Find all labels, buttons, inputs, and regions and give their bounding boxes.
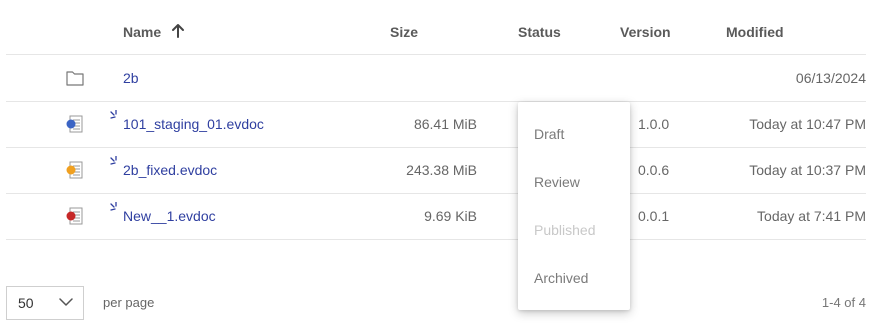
table-row[interactable]: New__1.evdoc 9.69 KiB 0.0.1 Today at 7:4… [6,193,866,240]
file-version: 0.0.6 [638,162,670,178]
file-size: 243.38 MiB [406,162,477,178]
column-header-status[interactable]: Status [518,24,561,40]
table-row[interactable]: 101_staging_01.evdoc 86.41 MiB 1.0.0 Tod… [6,101,866,148]
file-name-link[interactable]: New__1.evdoc [123,208,216,224]
table-row[interactable]: 2b_fixed.evdoc 243.38 MiB 0.0.6 Today at… [6,147,866,194]
file-name-link[interactable]: 2b [123,70,139,86]
file-version: 0.0.1 [638,208,670,224]
file-version: 1.0.0 [638,116,670,132]
file-modified: Today at 10:37 PM [749,162,866,178]
table-header: Name Size Status Version Modified [6,10,866,55]
column-header-version[interactable]: Version [620,24,671,40]
per-page-select[interactable]: 50 [6,286,84,320]
column-header-name[interactable]: Name [123,24,161,40]
loading-spinner-icon [110,110,117,119]
document-icon [66,161,83,179]
file-size: 9.69 KiB [424,208,477,224]
loading-spinner-icon [110,156,117,165]
file-modified: 06/13/2024 [795,70,866,86]
document-icon [66,115,83,133]
status-option-archived[interactable]: Archived [518,254,630,302]
status-option-published: Published [534,222,596,238]
status-option-draft[interactable]: Draft [518,110,630,158]
arrow-up-icon[interactable] [171,23,185,39]
file-name-link[interactable]: 101_staging_01.evdoc [123,116,264,132]
file-modified: Today at 10:47 PM [749,116,866,132]
per-page-label: per page [103,295,155,310]
status-option-review[interactable]: Review [518,158,630,206]
file-browser: Name Size Status Version Modified 2b 06/… [0,0,872,327]
pagination-range: 1-4 of 4 [821,295,866,310]
chevron-down-icon [59,298,73,306]
loading-spinner-icon [110,202,117,211]
column-header-modified[interactable]: Modified [726,24,784,40]
file-name-link[interactable]: 2b_fixed.evdoc [123,162,217,178]
file-size: 86.41 MiB [413,116,477,132]
status-menu: Draft Review Published Archived [518,102,630,310]
table-row[interactable]: 2b 06/13/2024 [6,55,866,102]
column-header-size[interactable]: Size [390,24,418,40]
document-icon [66,207,83,225]
folder-icon [66,71,84,86]
file-modified: Today at 7:41 PM [757,208,866,224]
per-page-value: 50 [18,295,34,311]
